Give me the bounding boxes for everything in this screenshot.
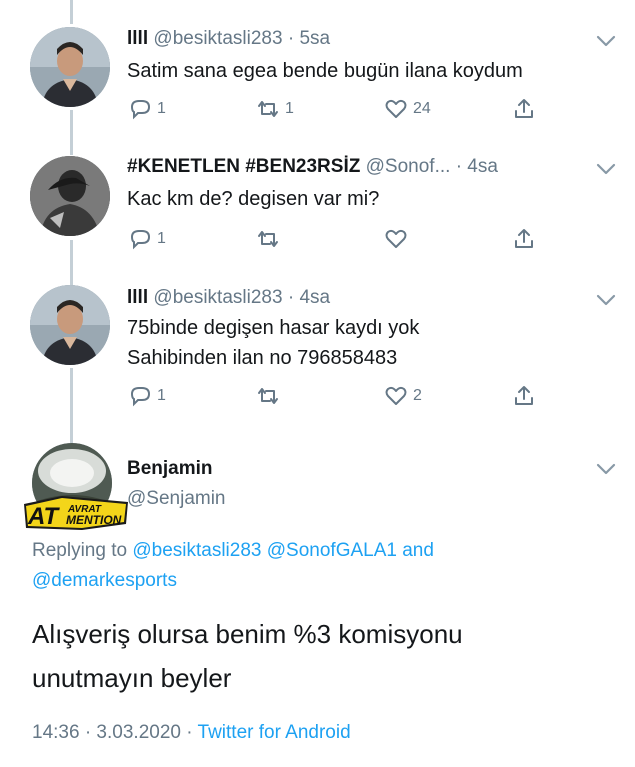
like-button[interactable]: 24 [383, 96, 431, 122]
separator-dot: · [455, 156, 463, 177]
reply-count: 1 [157, 387, 166, 404]
user-handle[interactable]: @besiktasli283 [153, 287, 282, 308]
tweet-source[interactable]: Twitter for Android [198, 722, 351, 743]
share-button[interactable] [511, 226, 537, 252]
tweet-text: Kac km de? degisen var mi? [127, 184, 379, 214]
display-name[interactable]: Benjamin [127, 458, 213, 480]
badge-mention: MENTION [66, 513, 122, 527]
replying-to-label: Replying to [32, 540, 128, 561]
tweet-header: llll @besiktasli283 · 4sa [127, 287, 330, 309]
tweet-text: 75binde degişen hasar kaydı yok Sahibind… [127, 313, 419, 373]
share-icon [515, 229, 533, 248]
avatar[interactable] [30, 156, 110, 236]
badge-at: AT [27, 503, 61, 530]
chevron-down-icon[interactable] [595, 293, 617, 307]
display-name[interactable]: #KENETLEN #BEN23RSİZ [127, 156, 360, 177]
like-icon [385, 99, 407, 118]
chevron-down-icon[interactable] [595, 462, 617, 476]
tweet-text-line: Sahibinden ilan no 796858483 [127, 347, 398, 369]
tweet-meta: 14:36 · 3.03.2020 · Twitter for Android [32, 722, 351, 744]
tweet-time[interactable]: 4sa [467, 156, 498, 177]
tweet-text: Alışveriş olursa benim %3 komisyonu unut… [32, 612, 463, 700]
retweet-button[interactable]: 1 [255, 96, 294, 122]
user-handle[interactable]: @Sonof... [366, 156, 451, 177]
display-name[interactable]: llll [127, 28, 148, 49]
separator-dot: · [287, 28, 295, 49]
user-handle[interactable]: @besiktasli283 [153, 28, 282, 49]
tweet-text-line: 75binde degişen hasar kaydı yok [127, 317, 420, 339]
retweet-icon [258, 231, 278, 247]
tweet-timestamp[interactable]: 14:36 · 3.03.2020 · [32, 722, 193, 743]
avatar[interactable] [30, 27, 110, 107]
tweet-text-line: Alışveriş olursa benim %3 komisyonu [32, 619, 463, 649]
like-icon [385, 229, 407, 248]
reply-icon [130, 100, 151, 120]
replying-to: Replying to @besiktasli283 @SonofGALA1 a… [32, 536, 434, 566]
tweet-time[interactable]: 5sa [299, 28, 330, 49]
chevron-down-icon[interactable] [595, 34, 617, 48]
tweet[interactable]: llll @besiktasli283 · 4sa 75binde degişe… [0, 285, 635, 435]
display-name[interactable]: llll [127, 287, 148, 308]
tweet-actions: 1 1 24 [127, 96, 537, 126]
avatar-photo [30, 156, 110, 236]
retweet-icon [258, 101, 278, 117]
tweet-actions: 1 2 [127, 383, 537, 413]
reply-icon [130, 387, 151, 407]
tweet-text-line: Satim sana egea bende bugün ilana koydum [127, 60, 523, 82]
mention-link[interactable]: @demarkesports [32, 570, 177, 591]
avatar-photo [30, 27, 110, 107]
user-handle[interactable]: @Senjamin [127, 488, 226, 510]
reply-button[interactable]: 1 [127, 383, 166, 409]
replying-to-continued: @demarkesports [32, 566, 177, 596]
like-icon [385, 386, 407, 405]
like-count: 24 [413, 100, 431, 117]
tweet-text-line: Kac km de? degisen var mi? [127, 188, 380, 210]
retweet-icon [258, 388, 278, 404]
tweet-header: llll @besiktasli283 · 5sa [127, 28, 330, 50]
reply-count: 1 [157, 100, 166, 117]
tweet[interactable]: #KENETLEN #BEN23RSİZ @Sonof... · 4sa Kac… [0, 150, 635, 285]
tweet-text: Satim sana egea bende bugün ilana koydum [127, 56, 523, 86]
mention-link[interactable]: @besiktasli283 @SonofGALA1 [132, 540, 397, 561]
avrat-at-mention-badge: AT AVRAT MENTION [24, 496, 128, 530]
like-button[interactable]: 2 [383, 383, 422, 409]
chevron-down-icon[interactable] [595, 162, 617, 176]
avatar-photo [30, 285, 110, 365]
reply-button[interactable]: 1 [127, 96, 166, 122]
like-button[interactable] [383, 226, 413, 252]
like-count: 2 [413, 387, 422, 404]
separator-dot: · [287, 287, 295, 308]
share-icon [515, 99, 533, 118]
reply-count: 1 [157, 230, 166, 247]
reply-button[interactable]: 1 [127, 226, 166, 252]
avatar[interactable] [30, 285, 110, 365]
tweet-time[interactable]: 4sa [299, 287, 330, 308]
tweet-actions: 1 [127, 226, 537, 256]
share-icon [515, 386, 533, 405]
replying-and[interactable]: and [402, 540, 434, 561]
reply-icon [130, 230, 151, 250]
share-button[interactable] [511, 383, 537, 409]
share-button[interactable] [511, 96, 537, 122]
retweet-button[interactable] [255, 226, 285, 252]
tweet[interactable]: llll @besiktasli283 · 5sa Satim sana ege… [0, 0, 635, 150]
retweet-button[interactable] [255, 383, 285, 409]
retweet-count: 1 [285, 100, 294, 117]
tweet-header: #KENETLEN #BEN23RSİZ @Sonof... · 4sa [127, 156, 498, 178]
tweet-text-line: unutmayın beyler [32, 663, 232, 693]
